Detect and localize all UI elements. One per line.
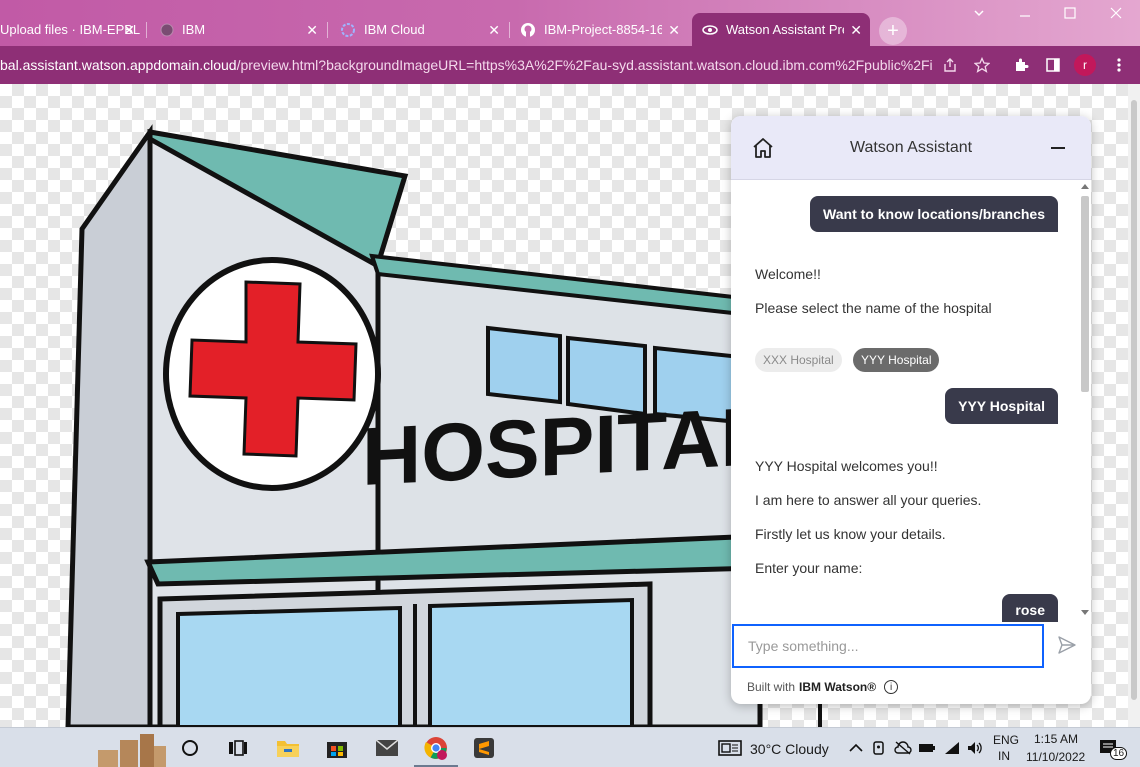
message-scrollbar-thumb[interactable]	[1081, 196, 1089, 392]
clock-time[interactable]: 1:15 AM	[1034, 732, 1078, 746]
search-icon[interactable]	[178, 736, 202, 760]
tab-separator	[146, 22, 147, 38]
side-panel-icon[interactable]	[1044, 56, 1062, 74]
tab-github-project[interactable]: IBM-Project-8854-165 ✕	[520, 13, 688, 46]
bot-message: YYY Hospital welcomes you!!	[755, 458, 938, 474]
chat-title: Watson Assistant	[849, 139, 973, 156]
scroll-up-arrow-icon[interactable]	[1081, 184, 1089, 189]
notification-count-badge: 16	[1110, 747, 1128, 760]
chat-message-input[interactable]	[732, 624, 1044, 668]
bookmark-star-icon[interactable]	[973, 56, 991, 74]
language-indicator[interactable]: ENG	[993, 733, 1019, 747]
bot-message: Please select the name of the hospital	[755, 300, 992, 316]
profile-avatar[interactable]: r	[1074, 54, 1096, 76]
tab-label: Upload files · IBM-EPBL	[0, 22, 141, 37]
footer-prefix: Built with	[747, 680, 796, 694]
page-scrollbar[interactable]	[1128, 84, 1140, 727]
close-tab-icon[interactable]: ✕	[850, 22, 862, 39]
minimize-window-icon[interactable]	[1019, 6, 1031, 23]
close-tab-icon[interactable]: ✕	[306, 22, 318, 39]
browser-menu-icon[interactable]	[1110, 56, 1128, 74]
browser-tab-strip: Upload files · IBM-EPBL ✕ IBM ✕ IBM Clou…	[0, 0, 1140, 46]
chat-footer: Built with IBM Watson® i	[747, 680, 899, 694]
tab-label: IBM-Project-8854-165	[544, 22, 662, 37]
battery-icon[interactable]	[915, 736, 939, 760]
ibm-cloud-icon	[340, 22, 356, 38]
weather-text[interactable]: 30°C Cloudy	[750, 741, 829, 757]
maximize-window-icon[interactable]	[1064, 6, 1076, 23]
meet-now-icon[interactable]	[867, 736, 891, 760]
wifi-icon[interactable]	[940, 736, 964, 760]
url-field[interactable]: bal.assistant.watson.appdomain.cloud/pre…	[0, 57, 932, 73]
extensions-icon[interactable]	[1012, 56, 1030, 74]
share-icon[interactable]	[941, 56, 959, 74]
footer-brand: IBM Watson®	[799, 680, 877, 694]
tab-label: Watson Assistant Preview	[726, 22, 844, 37]
send-icon[interactable]	[1057, 635, 1077, 655]
address-bar-row: bal.assistant.watson.appdomain.cloud/pre…	[0, 46, 1140, 84]
user-message: YYY Hospital	[945, 388, 1058, 424]
watson-icon	[702, 22, 718, 38]
url-path: /preview.html?backgroundImageURL=https%3…	[236, 57, 932, 73]
github-icon	[520, 22, 536, 38]
info-icon[interactable]: i	[884, 680, 899, 694]
windows-taskbar: 30°C Cloudy ENG IN 1:15 AM 11/10/2022 16	[0, 727, 1140, 767]
show-hidden-icons-chevron-icon[interactable]	[844, 736, 868, 760]
chrome-icon[interactable]	[424, 736, 448, 760]
new-tab-button[interactable]: +	[879, 17, 907, 45]
page-scrollbar-thumb[interactable]	[1131, 100, 1137, 700]
sublime-text-icon[interactable]	[472, 736, 496, 760]
tab-watson-assistant-preview[interactable]: Watson Assistant Preview ✕	[692, 13, 870, 46]
close-tab-icon[interactable]: ✕	[123, 22, 135, 39]
bot-message: Welcome!!	[755, 266, 821, 282]
scroll-down-arrow-icon[interactable]	[1081, 610, 1089, 615]
language-region[interactable]: IN	[998, 749, 1010, 763]
chat-header: Watson Assistant	[731, 116, 1091, 180]
weather-widget-icon[interactable]	[718, 736, 742, 760]
tab-search-icon[interactable]	[973, 6, 985, 23]
bot-message: I am here to answer all your queries.	[755, 492, 982, 508]
mail-icon[interactable]	[375, 736, 399, 760]
clock-date[interactable]: 11/10/2022	[1026, 750, 1085, 764]
message-scrollbar[interactable]	[1079, 184, 1089, 622]
bot-message: Firstly let us know your details.	[755, 526, 946, 542]
message-list: Want to know locations/branches Welcome!…	[731, 180, 1091, 622]
bot-message: Enter your name:	[755, 560, 863, 576]
tab-label: IBM	[182, 22, 206, 37]
globe-icon	[160, 22, 174, 38]
user-message: rose	[1002, 594, 1058, 622]
tab-separator	[509, 22, 510, 38]
tab-ibm-cloud[interactable]: IBM Cloud ✕	[340, 13, 508, 46]
close-window-icon[interactable]	[1110, 6, 1122, 23]
widgets-weather-art[interactable]	[92, 728, 168, 767]
minimize-chat-icon[interactable]	[1051, 147, 1065, 149]
close-tab-icon[interactable]: ✕	[668, 22, 680, 39]
microsoft-store-icon[interactable]	[325, 736, 349, 760]
chat-input-row	[731, 622, 1091, 672]
cloud-sync-off-icon[interactable]	[891, 736, 915, 760]
url-host: bal.assistant.watson.appdomain.cloud	[0, 57, 237, 73]
tab-label: IBM Cloud	[364, 22, 425, 37]
task-view-icon[interactable]	[226, 736, 250, 760]
watson-chat-widget: Watson Assistant Want to know locations/…	[731, 116, 1091, 704]
tab-upload-files[interactable]: Upload files · IBM-EPBL ✕	[0, 13, 143, 46]
option-xxx-hospital[interactable]: XXX Hospital	[755, 348, 842, 372]
user-message: Want to know locations/branches	[810, 196, 1058, 232]
volume-icon[interactable]	[963, 736, 987, 760]
option-yyy-hospital[interactable]: YYY Hospital	[853, 348, 940, 372]
tab-ibm[interactable]: IBM ✕	[160, 13, 326, 46]
file-explorer-icon[interactable]	[276, 736, 300, 760]
tab-separator	[327, 22, 328, 38]
close-tab-icon[interactable]: ✕	[488, 22, 500, 39]
